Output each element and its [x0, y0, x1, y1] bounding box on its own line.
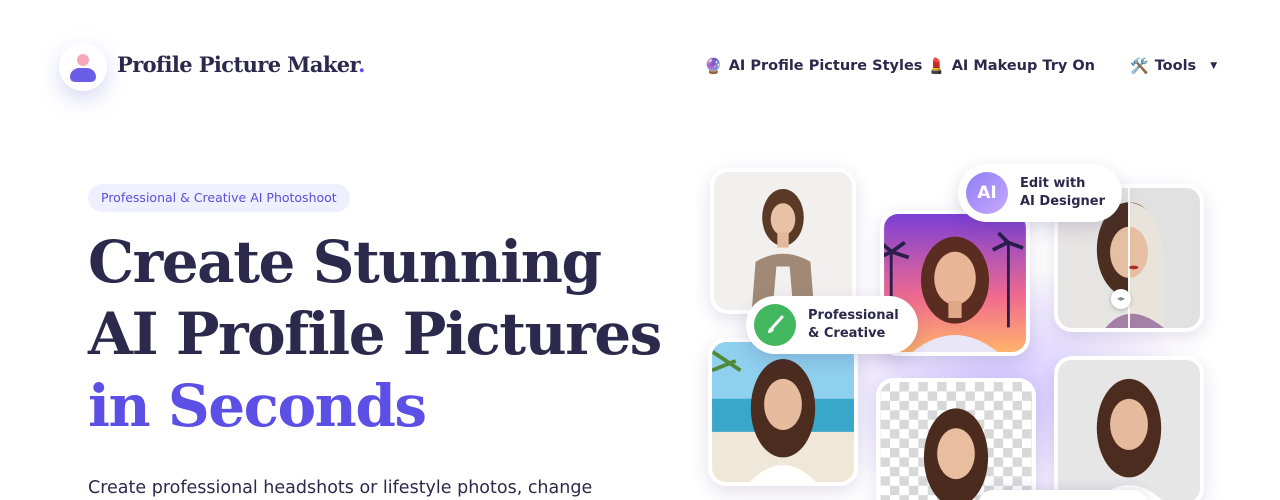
compare-slider-handle[interactable]: ◂▸ [1111, 289, 1131, 309]
chevron-down-icon: ▼ [1210, 61, 1218, 71]
site-header: Profile Picture Maker. 🔮 AI Profile Pict… [0, 0, 1280, 134]
pro-badge-text: Professional & Creative [808, 308, 899, 341]
photo-card-studio [1054, 356, 1204, 500]
nav-ai-makeup-try-on[interactable]: 💄 AI Makeup Try On [927, 57, 1095, 75]
hero-title-accent: in Seconds [88, 372, 427, 440]
nav-label: AI Makeup Try On [951, 58, 1096, 74]
photo-card-beach [708, 338, 858, 486]
bottom-badge [978, 490, 1148, 500]
hero-image-collage: ◂▸ AI Edit with AI Designer Professional… [690, 150, 1280, 500]
hero-description: Create professional headshots or lifesty… [88, 478, 593, 498]
hero-title: Create Stunning AI Profile Pictures in S… [88, 228, 662, 440]
edit-with-ai-designer-badge[interactable]: AI Edit with AI Designer [958, 164, 1122, 222]
paintbrush-icon [754, 304, 796, 346]
brand-name[interactable]: Profile Picture Maker. [117, 52, 365, 77]
ai-badge-text: Edit with AI Designer [1020, 176, 1106, 209]
nav-label: Tools [1154, 58, 1197, 74]
photo-card-transparent [876, 378, 1036, 500]
ai-icon: AI [966, 172, 1008, 214]
nav-ai-profile-picture-styles[interactable]: 🔮 AI Profile Picture Styles [704, 57, 922, 75]
professional-creative-badge: Professional & Creative [746, 296, 918, 354]
photo-card-business [710, 168, 856, 314]
lipstick-icon: 💄 [927, 57, 946, 75]
logo-icon[interactable] [59, 43, 107, 91]
tools-icon: 🛠️ [1130, 57, 1149, 75]
hero-tag-pill: Professional & Creative AI Photoshoot [88, 184, 350, 212]
nav-tools-dropdown[interactable]: 🛠️ Tools ▼ [1130, 57, 1217, 75]
nav-label: AI Profile Picture Styles [728, 58, 923, 74]
crystal-ball-icon: 🔮 [704, 57, 723, 75]
